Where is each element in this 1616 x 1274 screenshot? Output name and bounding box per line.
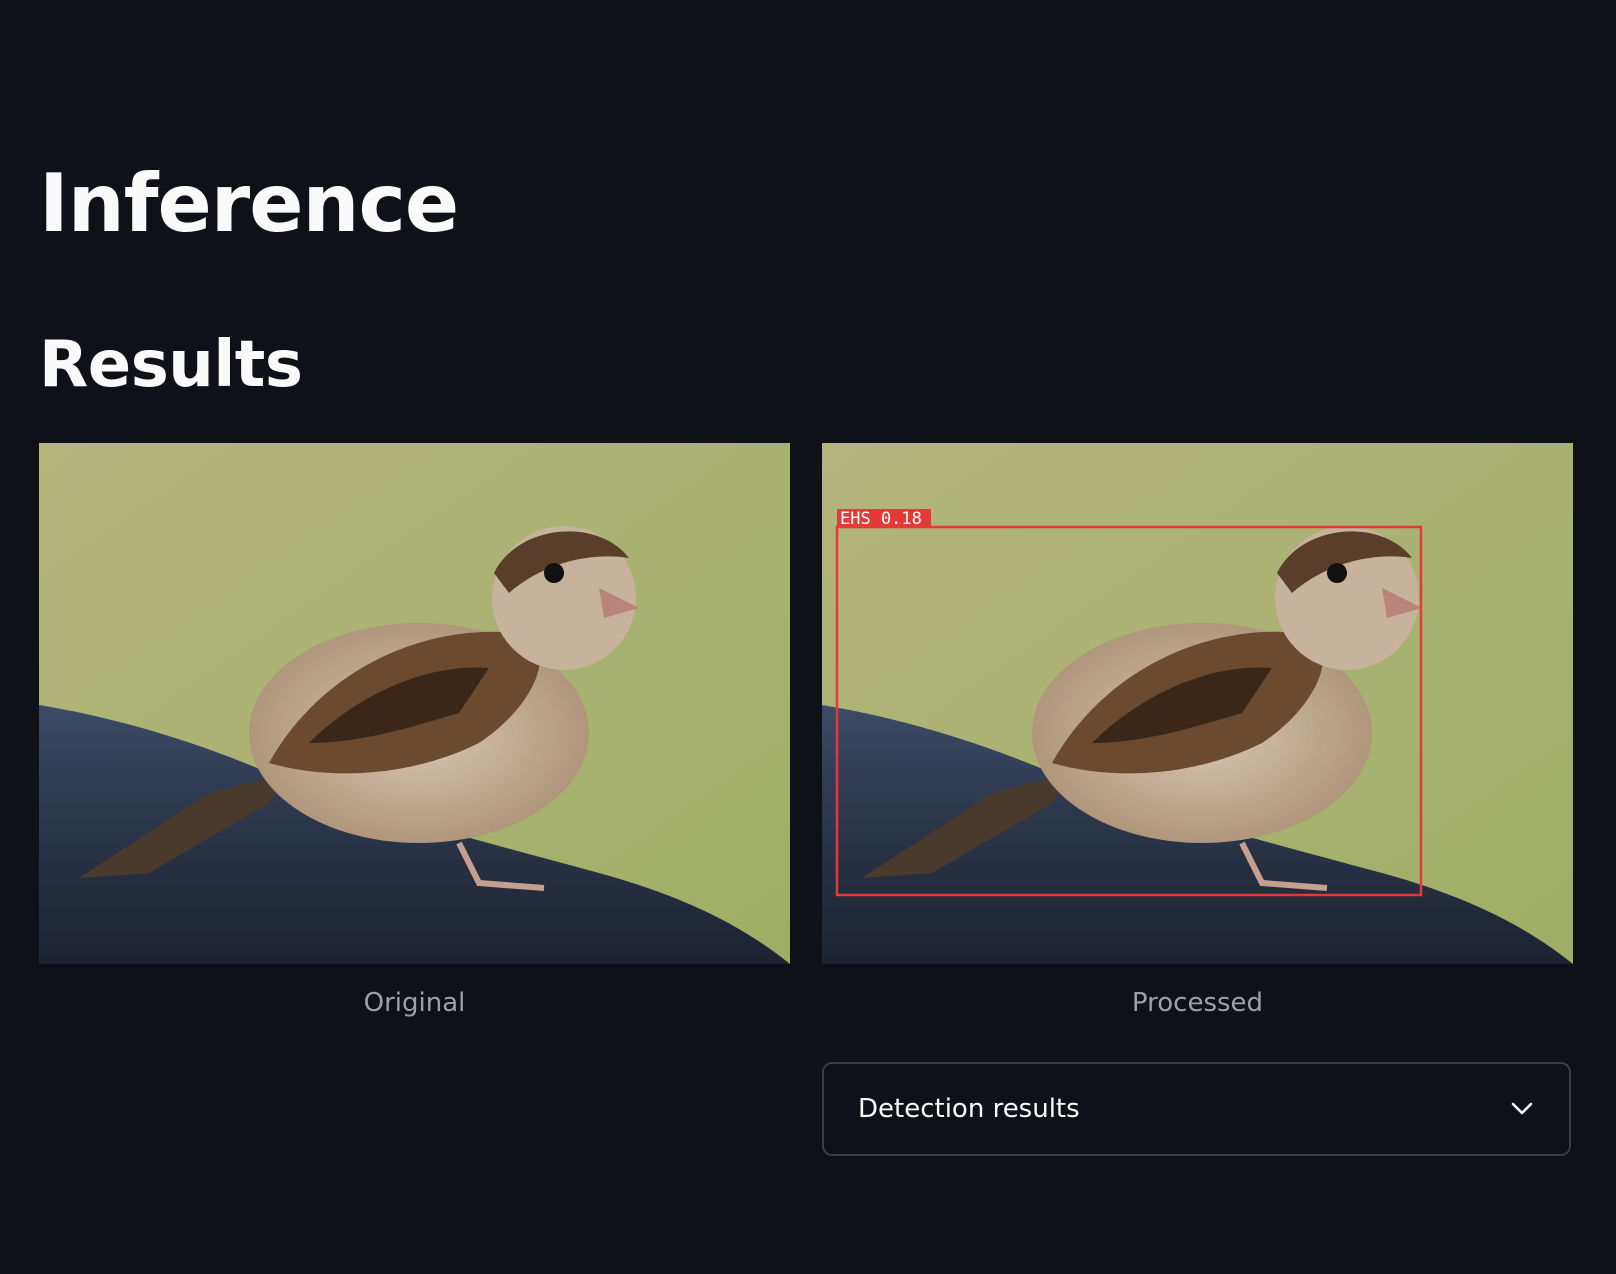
processed-caption: Processed [1131,988,1264,1018]
original-image [39,443,790,964]
detection-results-expander[interactable]: Detection results [822,1062,1571,1156]
original-caption: Original [363,988,466,1018]
chevron-down-icon [1509,1096,1535,1122]
detection-results-label: Detection results [858,1094,1080,1124]
page-title: Inference [39,157,459,250]
processed-image-column: EHS 0.18 Processed [822,443,1573,1018]
detection-label: EHS 0.18 [840,509,922,529]
inference-page: Inference Results Original EHS 0.18 Proc… [0,0,1616,1274]
original-image-column: Original [39,443,790,1018]
processed-image: EHS 0.18 [822,443,1573,964]
results-heading: Results [39,328,303,402]
